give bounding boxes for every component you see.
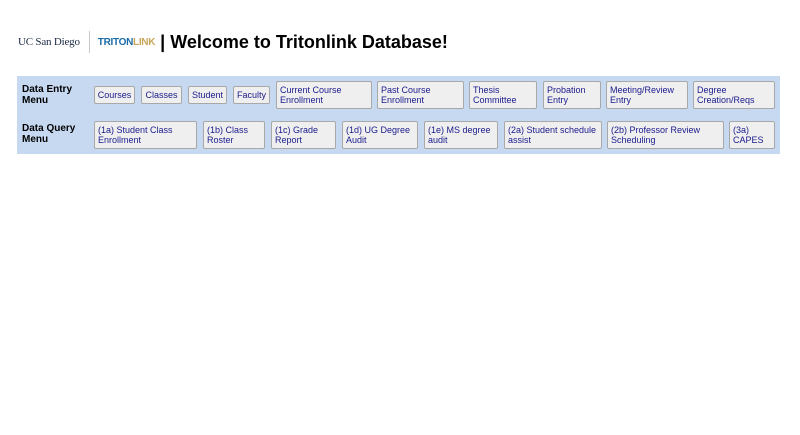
tritonlink-logo[interactable]: TRITONLINK (97, 36, 156, 48)
classes-button[interactable]: Classes (141, 86, 182, 104)
ucsd-logo[interactable]: UC San Diego (18, 36, 80, 48)
past-course-enrollment-button[interactable]: Past Course Enrollment (377, 81, 464, 109)
grade-report-button[interactable]: (1c) Grade Report (271, 121, 336, 149)
page-header: UC San Diego TRITONLINK | Welcome to Tri… (18, 30, 448, 54)
thesis-committee-button[interactable]: Thesis Committee (469, 81, 537, 109)
professor-review-scheduling-button[interactable]: (2b) Professor Review Scheduling (607, 121, 724, 149)
page-title: | Welcome to Tritonlink Database! (160, 31, 448, 52)
tritonlink-logo-part-1: TRITON (97, 36, 134, 48)
student-schedule-assist-button[interactable]: (2a) Student schedule assist (504, 121, 602, 149)
data-entry-menu-label: Data Entry Menu (22, 84, 73, 106)
menu-panel: Data Entry Menu Courses Classes Student … (17, 76, 780, 154)
student-button[interactable]: Student (188, 86, 227, 104)
logo-divider (88, 31, 90, 53)
degree-creation-reqs-button[interactable]: Degree Creation/Reqs (693, 81, 775, 109)
data-query-menu-label: Data Query Menu (22, 123, 76, 145)
student-class-enrollment-button[interactable]: (1a) Student Class Enrollment (94, 121, 197, 149)
ug-degree-audit-button[interactable]: (1d) UG Degree Audit (342, 121, 418, 149)
tritonlink-logo-part-2: LINK (133, 36, 156, 48)
capes-button[interactable]: (3a) CAPES (729, 121, 775, 149)
current-course-enrollment-button[interactable]: Current Course Enrollment (276, 81, 372, 109)
ms-degree-audit-button[interactable]: (1e) MS degree audit (424, 121, 498, 149)
courses-button[interactable]: Courses (94, 86, 135, 104)
probation-entry-button[interactable]: Probation Entry (543, 81, 601, 109)
class-roster-button[interactable]: (1b) Class Roster (203, 121, 265, 149)
faculty-button[interactable]: Faculty (233, 86, 270, 104)
meeting-review-entry-button[interactable]: Meeting/Review Entry (606, 81, 688, 109)
